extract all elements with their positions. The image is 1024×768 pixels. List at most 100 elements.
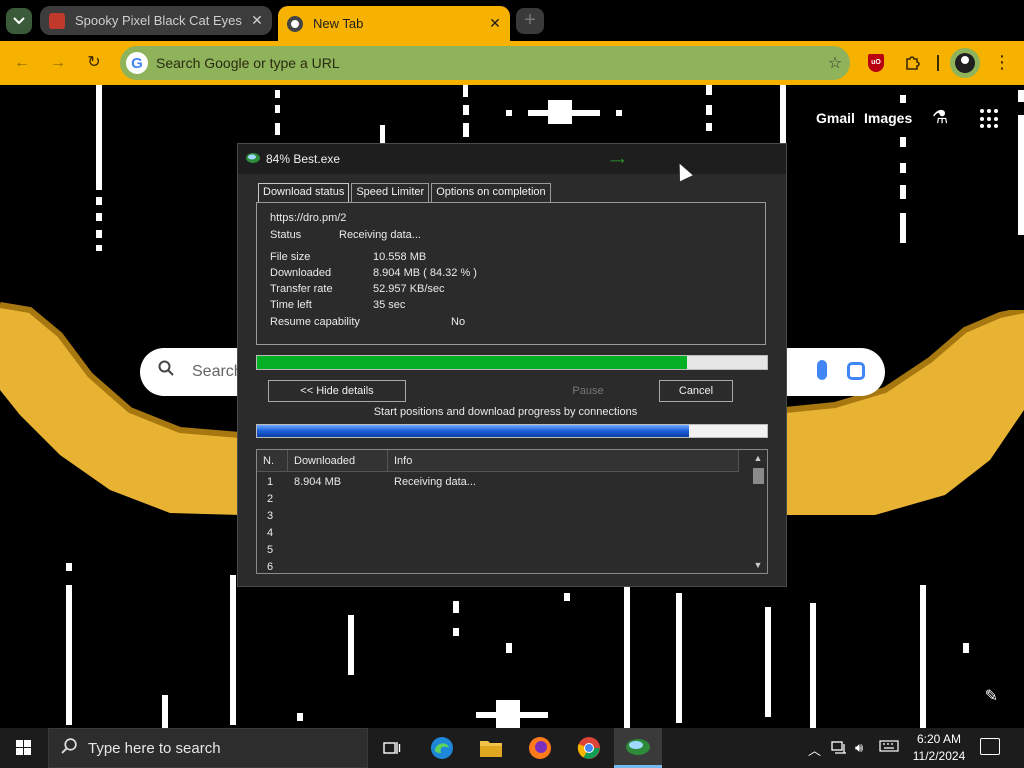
chevron-down-icon: [13, 17, 25, 25]
scroll-down-icon[interactable]: ▼: [749, 560, 767, 570]
pixel-decoration: [1018, 115, 1024, 235]
profile-avatar[interactable]: [950, 48, 980, 78]
download-status-panel: https://dro.pm/2 Status Receiving data..…: [256, 202, 766, 345]
column-header-info[interactable]: Info: [388, 450, 739, 472]
pixel-decoration: [463, 85, 468, 97]
pixel-decoration: [348, 615, 354, 675]
time-left-label: Time left: [270, 299, 312, 311]
new-tab-button[interactable]: +: [516, 8, 544, 34]
resume-capability-label: Resume capability: [270, 316, 360, 328]
search-icon: [61, 737, 78, 759]
images-link[interactable]: Images: [864, 110, 912, 126]
pause-button[interactable]: Pause: [550, 380, 626, 402]
search-placeholder: Search: [192, 363, 243, 380]
minimize-arrow-icon[interactable]: ⟶: [610, 156, 624, 167]
tab-options-on-completion[interactable]: Options on completion: [431, 183, 551, 202]
pixel-decoration: [810, 603, 816, 728]
list-scrollbar[interactable]: ▲ ▼: [749, 450, 767, 573]
extensions-puzzle-icon[interactable]: [901, 52, 923, 74]
google-lens-icon[interactable]: [847, 362, 865, 380]
dialog-title: 84% Best.exe: [266, 152, 341, 166]
reload-icon[interactable]: ↻: [82, 51, 106, 75]
dialog-tabs: Download status Speed Limiter Options on…: [258, 183, 553, 203]
pixel-decoration: [453, 601, 459, 613]
search-icon: [158, 360, 174, 381]
column-header-downloaded[interactable]: Downloaded: [288, 450, 388, 472]
task-view-icon[interactable]: [368, 728, 416, 768]
pixel-decoration: [900, 95, 906, 103]
ublock-origin-icon[interactable]: uO: [865, 52, 887, 74]
pixel-decoration: [230, 575, 236, 725]
download-progress-dialog: 84% Best.exe ⟶ Download status Speed Lim…: [237, 143, 787, 587]
tab-search-button[interactable]: [6, 8, 32, 34]
tab-spooky-cat[interactable]: Spooky Pixel Black Cat Eyes - C ✕: [40, 6, 272, 35]
file-size-value: 10.558 MB: [373, 251, 427, 263]
pixel-decoration: [96, 230, 102, 238]
hide-details-button[interactable]: << Hide details: [268, 380, 406, 402]
cancel-button[interactable]: Cancel: [659, 380, 733, 402]
pixel-decoration: [96, 245, 102, 251]
scroll-up-icon[interactable]: ▲: [749, 453, 767, 463]
volume-icon[interactable]: 🔊︎: [855, 740, 863, 756]
file-size-label: File size: [270, 251, 311, 263]
downloaded-value: 8.904 MB ( 84.32 % ): [373, 267, 477, 279]
pixel-decoration: [900, 213, 906, 243]
forward-arrow-icon[interactable]: →: [46, 51, 70, 75]
address-bar[interactable]: G Search Google or type a URL ☆: [120, 46, 850, 80]
chrome-favicon-icon: [287, 15, 303, 32]
pixel-decoration: [453, 628, 459, 636]
pixel-decoration: [380, 125, 385, 143]
download-url: https://dro.pm/2: [270, 212, 347, 224]
pixel-decoration: [275, 123, 280, 135]
pixel-decoration: [96, 213, 102, 221]
clock-date: 11/2/2024: [912, 749, 966, 763]
pixel-decoration: [920, 585, 926, 728]
connections-progress-bar: [256, 424, 768, 438]
google-apps-icon[interactable]: [980, 109, 1000, 129]
transfer-rate-value: 52.957 KB/sec: [373, 283, 445, 295]
pixel-decoration: [765, 607, 771, 717]
show-hidden-icons-chevron-icon[interactable]: ︿: [808, 740, 821, 759]
customize-pencil-icon[interactable]: ✎: [985, 686, 998, 706]
taskbar-search-box[interactable]: Type here to search: [48, 728, 368, 768]
dialog-titlebar[interactable]: 84% Best.exe ⟶: [238, 144, 786, 174]
chrome-menu-icon[interactable]: ⋮: [992, 51, 1012, 73]
pixel-decoration: [624, 587, 630, 728]
back-arrow-icon[interactable]: ←: [10, 51, 34, 75]
pixel-decoration: [66, 563, 72, 571]
sparkle-decoration: [548, 100, 572, 124]
start-windows-icon[interactable]: [0, 728, 48, 768]
scroll-thumb[interactable]: [753, 468, 764, 484]
banana-right-decoration: [785, 310, 1024, 515]
close-tab-icon[interactable]: ✕: [246, 12, 268, 29]
windows-taskbar: Type here to search ︿ 🔊︎ 6:20 AM 11/2/20…: [0, 728, 1024, 768]
idm-taskbar-icon[interactable]: [614, 728, 662, 768]
keyboard-icon[interactable]: [879, 740, 899, 755]
column-header-n[interactable]: N.: [257, 450, 288, 472]
tab-speed-limiter[interactable]: Speed Limiter: [351, 183, 430, 202]
firefox-icon[interactable]: [516, 728, 564, 768]
idm-icon: [246, 153, 260, 163]
banana-left-decoration: [0, 302, 240, 515]
pixel-decoration: [706, 105, 712, 115]
sparkle-decoration: [496, 700, 520, 728]
chrome-icon[interactable]: [565, 728, 613, 768]
microphone-icon[interactable]: [817, 360, 827, 380]
pixel-decoration: [506, 110, 512, 116]
pixel-decoration: [1018, 90, 1024, 102]
bookmark-star-icon[interactable]: ☆: [820, 53, 850, 73]
close-tab-icon[interactable]: ✕: [484, 15, 506, 32]
pixel-decoration: [463, 123, 469, 137]
taskbar-clock[interactable]: 6:20 AM 11/2/2024: [904, 731, 974, 765]
tab-download-status[interactable]: Download status: [258, 183, 350, 203]
gmail-link[interactable]: Gmail: [816, 110, 855, 126]
edge-icon[interactable]: [418, 728, 466, 768]
labs-flask-icon[interactable]: ⚗: [932, 107, 948, 128]
transfer-rate-label: Transfer rate: [270, 283, 333, 295]
tab-new-tab[interactable]: New Tab ✕: [278, 6, 510, 41]
notification-center-icon[interactable]: [980, 738, 1000, 755]
file-explorer-icon[interactable]: [467, 728, 515, 768]
download-progress-fill: [257, 356, 688, 369]
address-bar-placeholder: Search Google or type a URL: [156, 55, 340, 71]
network-icon[interactable]: [831, 740, 847, 757]
